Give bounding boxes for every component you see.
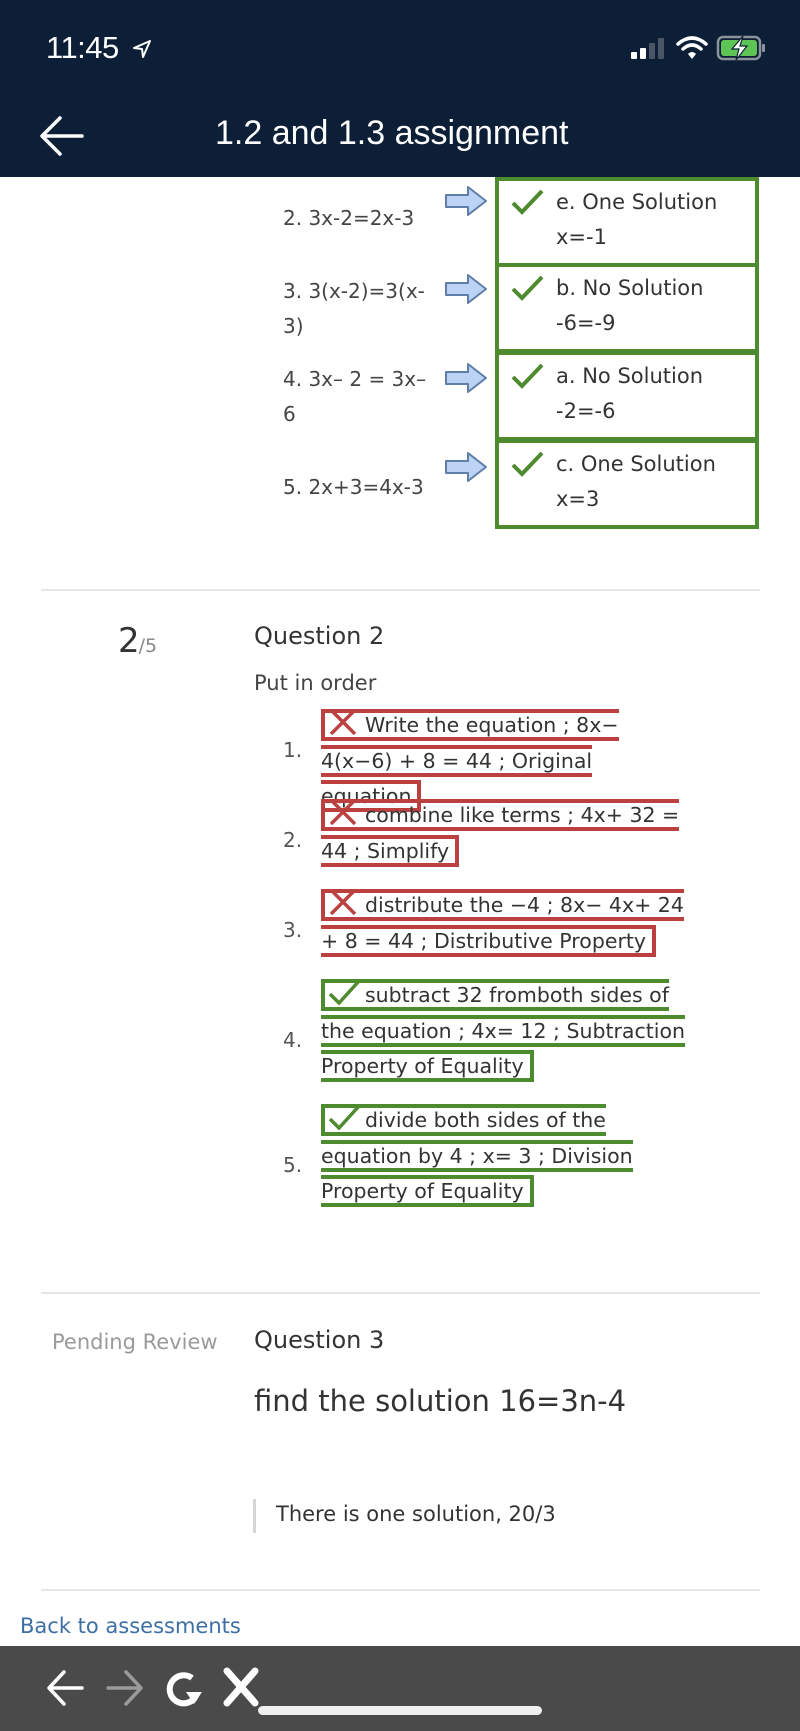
x-mark-icon	[329, 799, 357, 825]
status-time: 11:45	[46, 30, 119, 65]
page-title: 1.2 and 1.3 assignment	[215, 114, 569, 152]
question-title: Question 2	[254, 622, 385, 650]
answer-quote-bar	[253, 1499, 256, 1533]
order-item-text: subtract 32 fromboth sides of the equati…	[321, 983, 686, 1078]
score-total: /5	[138, 635, 158, 657]
match-answer-detail: -2=-6	[556, 399, 616, 423]
check-icon	[328, 979, 361, 1005]
match-answer: c. One Solution	[556, 452, 716, 476]
right-arrow-icon	[445, 274, 487, 304]
app-header: 11:45 1.2 and 1.3 assignment	[0, 0, 800, 177]
match-answer-box: b. No Solution -6=-9	[495, 263, 759, 353]
check-icon	[511, 451, 544, 477]
match-answer-box: a. No Solution -2=-6	[495, 351, 759, 441]
browser-toolbar	[0, 1646, 800, 1731]
match-answer-detail: x=3	[556, 487, 600, 511]
check-icon	[511, 363, 544, 389]
match-prompt: 4. 3x– 2 = 3x–6	[283, 367, 427, 426]
order-number: 1.	[283, 738, 303, 762]
check-icon	[328, 1104, 361, 1130]
right-arrow-icon	[445, 186, 487, 216]
order-item-text: divide both sides of the equation by 4 ;…	[321, 1108, 633, 1203]
match-prompt: 3. 3(x-2)=3(x-3)	[283, 279, 425, 338]
order-number: 2.	[283, 828, 303, 852]
match-answer-box: c. One Solution x=3	[495, 439, 759, 529]
right-arrow-icon	[445, 363, 487, 393]
x-mark-icon	[329, 889, 357, 915]
home-indicator	[258, 1706, 542, 1715]
section-divider	[41, 1589, 760, 1591]
location-arrow-icon	[133, 40, 151, 58]
close-icon[interactable]	[222, 1666, 260, 1708]
order-item: distribute the −4 ; 8x− 4x+ 24 + 8 = 44 …	[321, 888, 693, 959]
x-mark-icon	[329, 709, 357, 735]
order-item: divide both sides of the equation by 4 ;…	[321, 1103, 639, 1210]
match-answer: a. No Solution	[556, 364, 703, 388]
match-answer: e. One Solution	[556, 190, 718, 214]
order-number: 3.	[283, 918, 303, 942]
match-answer: b. No Solution	[556, 276, 704, 300]
question-title: Question 3	[254, 1326, 385, 1354]
check-icon	[511, 189, 544, 215]
section-divider	[41, 589, 760, 591]
order-number: 5.	[283, 1153, 303, 1177]
check-icon	[511, 275, 544, 301]
section-divider	[41, 1292, 760, 1294]
pending-review-status: Pending Review	[52, 1330, 218, 1354]
order-item: subtract 32 fromboth sides of the equati…	[321, 978, 693, 1085]
order-item-text: distribute the −4 ; 8x− 4x+ 24 + 8 = 44 …	[321, 893, 684, 953]
question-instruction: Put in order	[254, 671, 377, 695]
back-arrow-icon[interactable]	[38, 112, 86, 160]
right-arrow-icon	[445, 452, 487, 482]
match-answer-detail: x=-1	[556, 225, 607, 249]
back-arrow-icon[interactable]	[46, 1666, 86, 1710]
score: 2/5	[118, 621, 157, 661]
score-value: 2	[118, 621, 140, 661]
order-item-text: Write the equation ; 8x− 4(x−6) + 8 = 44…	[321, 713, 619, 808]
cellular-signal-icon	[631, 38, 664, 59]
match-prompt: 2. 3x-2=2x-3	[283, 206, 415, 230]
wifi-icon	[676, 36, 708, 59]
match-prompt: 5. 2x+3=4x-3	[283, 475, 424, 499]
student-answer: There is one solution, 20/3	[276, 1502, 556, 1526]
match-answer-box: e. One Solution x=-1	[495, 177, 759, 267]
back-to-assessments-link[interactable]: Back to assessments	[20, 1614, 241, 1638]
battery-charging-icon	[716, 35, 765, 61]
question-prompt: find the solution 16=3n-4	[254, 1384, 627, 1418]
reload-icon[interactable]	[162, 1668, 204, 1710]
match-answer-detail: -6=-9	[556, 311, 616, 335]
forward-arrow-icon[interactable]	[104, 1666, 144, 1710]
order-item-text: combine like terms ; 4x+ 32 = 44 ; Simpl…	[321, 803, 680, 863]
order-item: combine like terms ; 4x+ 32 = 44 ; Simpl…	[321, 798, 693, 869]
order-number: 4.	[283, 1028, 303, 1052]
